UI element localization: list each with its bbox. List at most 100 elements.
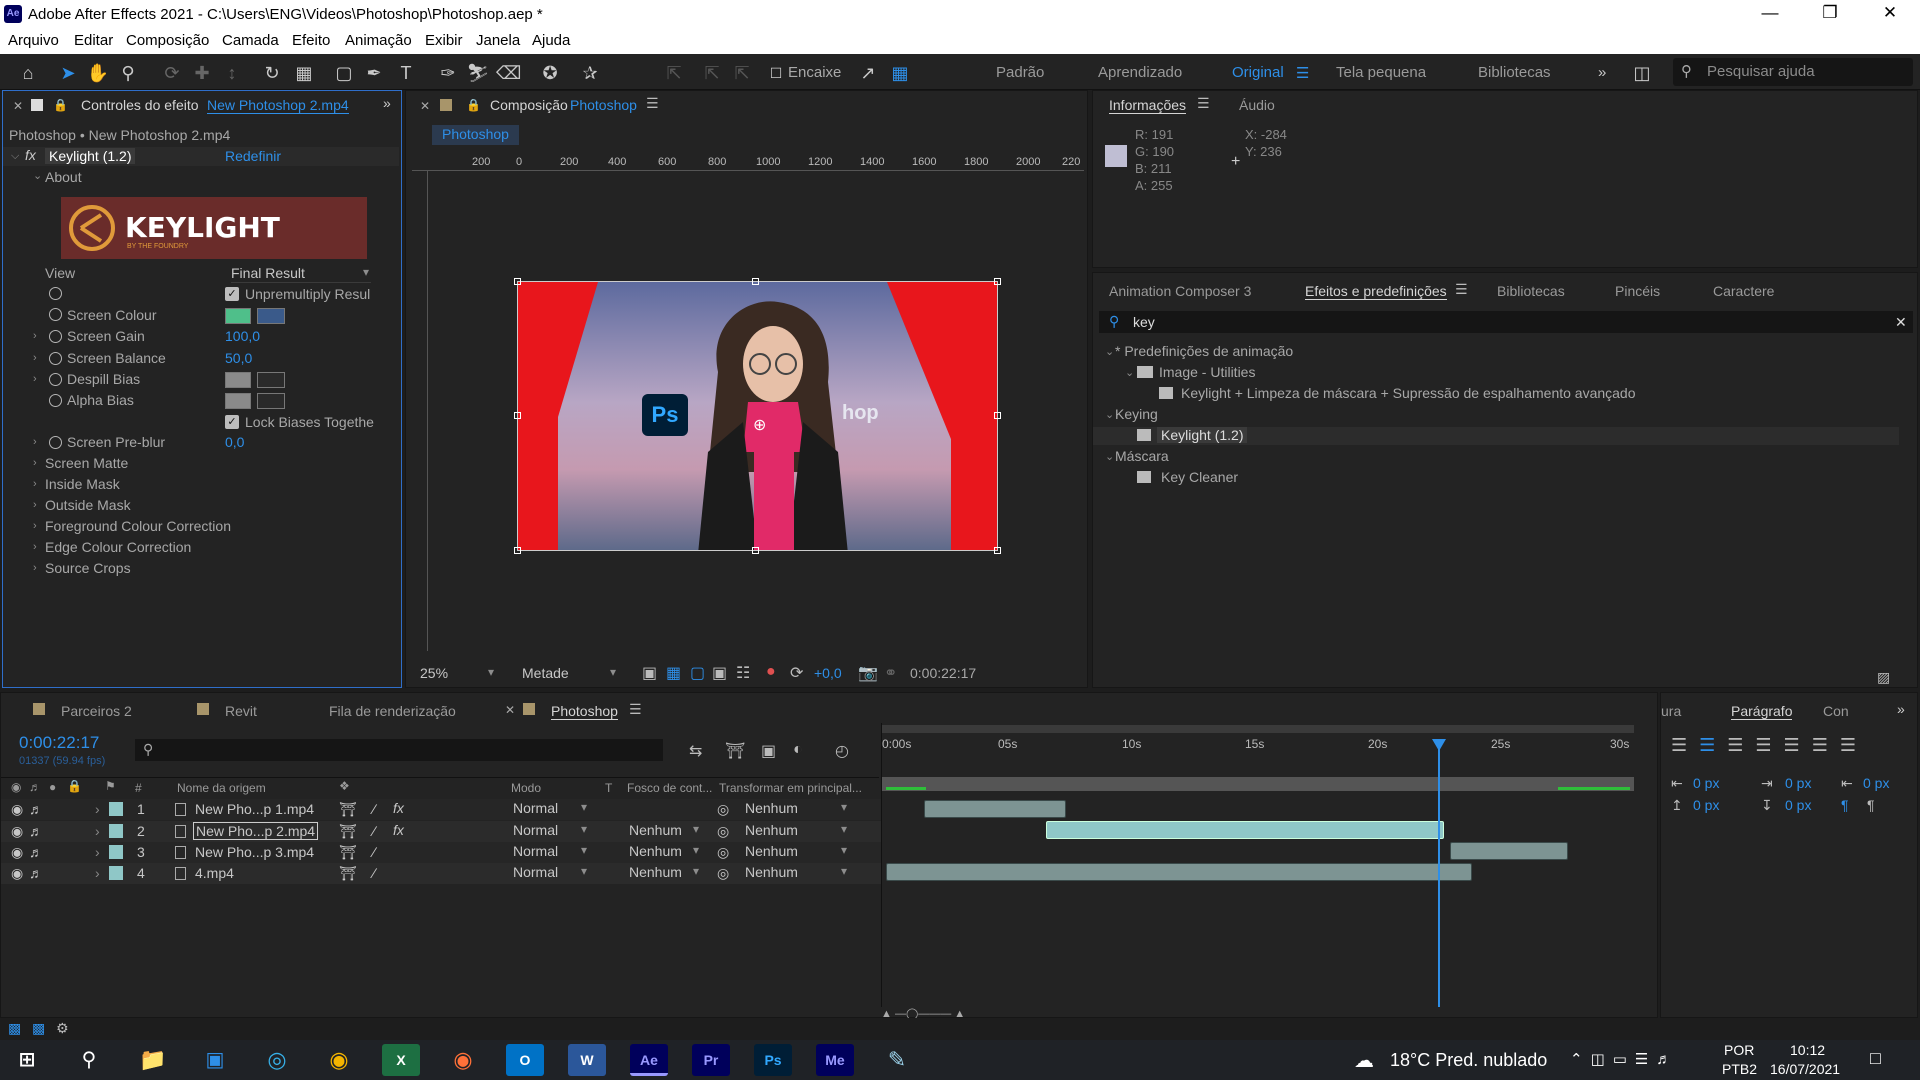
audio-icon[interactable]: ♬ [29, 801, 43, 817]
effect-name[interactable]: Keylight (1.2) [45, 148, 136, 164]
anchor-tool-icon[interactable]: ▦ [292, 61, 316, 85]
parent-dropdown[interactable]: Nenhum [745, 843, 849, 861]
more-workspaces-icon[interactable]: » [1598, 64, 1606, 81]
tree-item[interactable]: Máscara [1115, 448, 1169, 464]
tab-caractere[interactable]: Caractere [1713, 283, 1774, 299]
eyedropper-icon[interactable] [257, 372, 285, 388]
panel-menu-icon[interactable]: ☰ [1455, 281, 1468, 298]
col-parent[interactable]: Transformar em principal... [719, 781, 862, 795]
expand-icon[interactable]: › [33, 352, 37, 364]
expand-icon[interactable]: › [95, 844, 100, 860]
selection-tool-icon[interactable]: ➤ [56, 61, 80, 85]
expand-icon[interactable]: › [33, 499, 37, 511]
screen-gain-value[interactable]: 100,0 [225, 328, 260, 344]
zoom-dropdown[interactable]: 25% [420, 665, 496, 683]
transform-handle[interactable] [994, 278, 1001, 285]
transform-handle[interactable] [752, 278, 759, 285]
expand-icon[interactable]: › [33, 330, 37, 342]
clear-search-icon[interactable]: ✕ [1895, 314, 1907, 331]
layer-name[interactable]: 4.mp4 [195, 865, 234, 881]
home-icon[interactable]: ⌂ [16, 61, 40, 85]
expand-icon[interactable]: › [33, 520, 37, 532]
search-icon[interactable]: ⚲ [70, 1044, 108, 1076]
layer-name[interactable]: New Pho...p 2.mp4 [193, 822, 319, 840]
tab-effect-controls[interactable]: Controles do efeito [81, 97, 199, 113]
premiere-icon[interactable]: Pr [692, 1044, 730, 1076]
sync-settings-icon[interactable]: ◫ [1630, 61, 1654, 85]
tab-con[interactable]: Con [1823, 703, 1849, 719]
close-button[interactable]: ✕ [1870, 3, 1910, 27]
tab-photoshop[interactable]: Photoshop [551, 703, 618, 720]
clock-date[interactable]: 16/07/2021 [1770, 1061, 1840, 1077]
clone-tool-icon[interactable]: ⛷ [466, 61, 490, 85]
rotate-tool-icon[interactable]: ↻ [260, 61, 284, 85]
chrome-browser-icon[interactable]: ◉ [320, 1044, 358, 1076]
composition-name[interactable]: Photoshop [570, 97, 637, 113]
draft-3d-icon[interactable]: ⛩ [725, 741, 745, 761]
parent-dropdown[interactable]: Nenhum [745, 800, 849, 818]
layer-row-2[interactable]: ◉ ♬ › 2 New Pho...p 2.mp4 ⛩ ∕ fx Normal … [1, 821, 881, 842]
layer-search-input[interactable]: ⚲ [135, 739, 663, 761]
pickwhip-icon[interactable]: ◎ [717, 865, 729, 882]
layer-row-3[interactable]: ◉ ♬ › 3 New Pho...p 3.mp4 ⛩ ∕ Normal Nen… [1, 842, 881, 863]
orbit-tool-icon[interactable]: ⟳ [160, 61, 184, 85]
zoom-tool-icon[interactable]: ⚲ [116, 61, 140, 85]
expand-icon[interactable]: › [33, 457, 37, 469]
rectangle-tool-icon[interactable]: ▢ [332, 61, 356, 85]
menu-efeito[interactable]: Efeito [292, 32, 330, 49]
menu-composicao[interactable]: Composição [126, 32, 209, 49]
playhead-handle[interactable] [1432, 739, 1446, 751]
new-bin-icon[interactable]: ▨ [1877, 669, 1890, 686]
panel-menu-icon[interactable]: ☰ [1197, 95, 1210, 112]
desktop-app-icon[interactable]: ▣ [196, 1044, 234, 1076]
close-tab-icon[interactable]: ✕ [420, 99, 430, 113]
brush-tool-icon[interactable]: ✑ [436, 61, 460, 85]
puppet-pin-icon[interactable]: ✰ [578, 61, 602, 85]
layer-name[interactable]: New Pho...p 1.mp4 [195, 801, 314, 817]
indent-left-value[interactable]: 0 px [1693, 775, 1719, 791]
group-source-crops[interactable]: Source Crops [45, 560, 131, 576]
time-graph[interactable]: 0:00s 05s 10s 15s 20s 25s 30s [881, 723, 1634, 1007]
label-color[interactable] [109, 802, 123, 816]
expand-icon[interactable]: ⌄ [1105, 408, 1114, 421]
quality-switch-icon[interactable]: ∕ [373, 865, 375, 881]
label-color[interactable] [109, 866, 123, 880]
expand-icon[interactable]: › [95, 865, 100, 881]
matte-dropdown[interactable]: Nenhum [629, 843, 701, 861]
graph-editor-icon[interactable]: ◴ [835, 741, 849, 761]
layer-bar-1[interactable] [924, 800, 1066, 818]
tree-item[interactable]: * Predefinições de animação [1115, 343, 1293, 359]
tab-composition[interactable]: Composição [490, 97, 568, 113]
menu-exibir[interactable]: Exibir [425, 32, 463, 49]
effect-controls-file[interactable]: New Photoshop 2.mp4 [207, 97, 349, 114]
frame-render-icon[interactable]: ⚙ [56, 1020, 69, 1037]
despill-bias-swatch[interactable] [225, 372, 251, 388]
panel-more-icon[interactable]: » [1897, 701, 1905, 717]
audio-icon[interactable]: ♬ [29, 844, 43, 860]
tree-item[interactable]: Keylight + Limpeza de máscara + Supressã… [1181, 385, 1636, 401]
mode-dropdown[interactable]: Normal [513, 864, 589, 882]
workspace-bibliotecas[interactable]: Bibliotecas [1478, 64, 1551, 81]
firefox-icon[interactable]: ◉ [444, 1044, 482, 1076]
playhead[interactable] [1438, 739, 1440, 1007]
menu-ajuda[interactable]: Ajuda [532, 32, 570, 49]
tree-item[interactable]: Keying [1115, 406, 1158, 422]
pickwhip-icon[interactable]: ◎ [717, 844, 729, 861]
grid-icon[interactable]: ☷ [736, 663, 750, 683]
transform-handle[interactable] [994, 412, 1001, 419]
menu-arquivo[interactable]: Arquivo [8, 32, 59, 49]
lang-2[interactable]: PTB2 [1722, 1061, 1757, 1077]
screen-balance-value[interactable]: 50,0 [225, 350, 252, 366]
transform-handle[interactable] [752, 547, 759, 554]
fx-icon[interactable]: fx [25, 147, 36, 163]
safe-zones-icon[interactable]: ▣ [712, 663, 727, 683]
tab-ura[interactable]: ura [1661, 703, 1681, 719]
menu-camada[interactable]: Camada [222, 32, 279, 49]
screen-preblur-value[interactable]: 0,0 [225, 434, 244, 450]
eye-icon[interactable]: ◉ [11, 823, 23, 840]
screen-colour-swatch[interactable] [225, 308, 251, 324]
transform-handle[interactable] [514, 412, 521, 419]
stopwatch-icon[interactable] [49, 394, 62, 407]
tab-bibliotecas[interactable]: Bibliotecas [1497, 283, 1565, 299]
text-tool-icon[interactable]: T [394, 61, 418, 85]
